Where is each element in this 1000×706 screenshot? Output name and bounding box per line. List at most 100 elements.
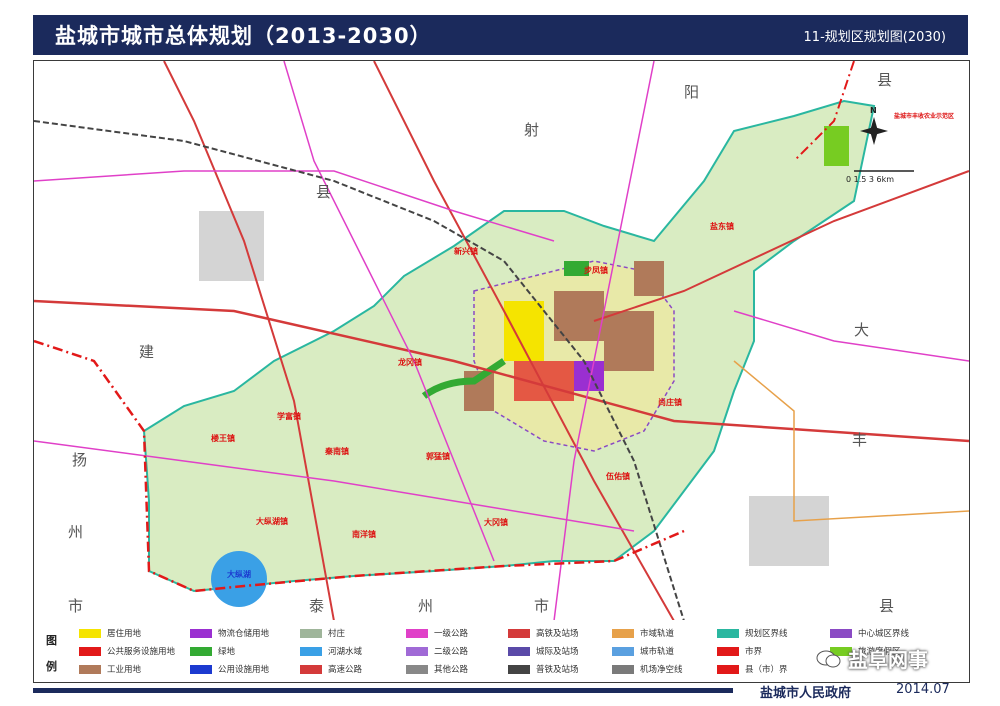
legend-label: 县（市）界 bbox=[745, 665, 788, 675]
legend-item: 村庄 bbox=[300, 626, 345, 640]
town-label: 伍佑镇 bbox=[606, 472, 630, 481]
north-label: N bbox=[870, 106, 877, 115]
legend-item: 规划区界线 bbox=[717, 626, 788, 640]
legend-label: 绿地 bbox=[218, 647, 236, 657]
legend-swatch bbox=[508, 646, 530, 656]
legend-swatch bbox=[406, 646, 428, 656]
legend-item: 一级公路 bbox=[406, 626, 468, 640]
town-label: 楼王镇 bbox=[211, 434, 235, 443]
region-label: 市 bbox=[68, 597, 84, 615]
scale-label: 0 1.5 3 6km bbox=[846, 175, 895, 184]
region-label: 大 bbox=[854, 321, 870, 339]
region-label: 州 bbox=[418, 597, 434, 615]
legend-swatch bbox=[830, 628, 852, 638]
legend-label: 市域轨道 bbox=[640, 629, 675, 639]
legend-item: 公用设施用地 bbox=[190, 662, 269, 676]
page-subtitle: 11-规划区规划图(2030) bbox=[803, 30, 946, 45]
town-label: 学富镇 bbox=[277, 412, 301, 421]
legend-swatch bbox=[79, 646, 101, 656]
legend-label: 其他公路 bbox=[434, 665, 469, 675]
region-label: 县 bbox=[879, 597, 895, 615]
region-label: 阳 bbox=[684, 83, 700, 101]
legend-swatch bbox=[190, 628, 212, 638]
legend-item: 市域轨道 bbox=[612, 626, 674, 640]
region-label: 扬 bbox=[72, 451, 88, 469]
legend-item: 河湖水域 bbox=[300, 644, 362, 658]
legend-label: 规划区界线 bbox=[745, 629, 788, 639]
planning-map[interactable]: 县 阳 射 县 建 大 丰 扬 州 市 泰 州 市 县 新兴镇 龙冈镇 学富镇 … bbox=[33, 60, 970, 622]
legend-item: 城市轨道 bbox=[612, 644, 674, 658]
footer-date: 2014.07 bbox=[896, 682, 950, 697]
legend-swatch bbox=[190, 664, 212, 674]
legend-item: 绿地 bbox=[190, 644, 235, 658]
footer-bar bbox=[33, 688, 733, 693]
legend-swatch bbox=[508, 628, 530, 638]
legend-item: 城际及站场 bbox=[508, 644, 579, 658]
page-title: 盐城市城市总体规划（2013-2030） bbox=[55, 24, 432, 48]
legend-item: 高速公路 bbox=[300, 662, 362, 676]
legend-swatch bbox=[79, 628, 101, 638]
legend-label: 物流仓储用地 bbox=[218, 629, 270, 639]
town-label: 大冈镇 bbox=[484, 518, 508, 527]
watermark-text: 盐阜网事 bbox=[848, 648, 928, 672]
header-bar: 盐城市城市总体规划（2013-2030） 11-规划区规划图(2030) bbox=[33, 15, 968, 55]
legend-label: 城市轨道 bbox=[640, 647, 675, 657]
town-label: 尚庄镇 bbox=[658, 398, 682, 407]
region-label: 县 bbox=[316, 183, 332, 201]
region-label: 州 bbox=[68, 523, 84, 541]
town-label: 新兴镇 bbox=[454, 247, 478, 256]
legend-label: 机场净空线 bbox=[640, 665, 683, 675]
legend-label: 公用设施用地 bbox=[218, 665, 270, 675]
legend-item: 居住用地 bbox=[79, 626, 141, 640]
legend-swatch bbox=[717, 664, 739, 674]
town-label: 秦南镇 bbox=[325, 447, 349, 456]
legend-label: 公共服务设施用地 bbox=[107, 647, 176, 657]
town-label: 步凤镇 bbox=[584, 266, 608, 275]
legend-label: 二级公路 bbox=[434, 647, 469, 657]
region-label: 泰 bbox=[309, 597, 325, 615]
legend-item: 公共服务设施用地 bbox=[79, 644, 175, 658]
legend-swatch bbox=[717, 646, 739, 656]
region-label: 射 bbox=[524, 121, 540, 139]
lake-label: 大纵湖 bbox=[227, 570, 251, 579]
legend-label: 城际及站场 bbox=[536, 647, 579, 657]
legend-label: 普铁及站场 bbox=[536, 665, 579, 675]
region-label: 建 bbox=[139, 343, 155, 361]
legend-item: 市界 bbox=[717, 644, 762, 658]
legend-item: 二级公路 bbox=[406, 644, 468, 658]
legend-swatch bbox=[300, 628, 322, 638]
legend-swatch bbox=[612, 646, 634, 656]
region-label: 丰 bbox=[852, 431, 868, 449]
town-label: 郭猛镇 bbox=[426, 452, 450, 461]
map-note: 盐城市丰收农业示范区 bbox=[894, 113, 955, 120]
legend-item: 其他公路 bbox=[406, 662, 468, 676]
legend-title: 图例 bbox=[46, 634, 57, 673]
chat-icon bbox=[816, 650, 841, 667]
legend-label: 高铁及站场 bbox=[536, 629, 579, 639]
legend-swatch bbox=[612, 664, 634, 674]
legend-swatch bbox=[717, 628, 739, 638]
legend-swatch bbox=[79, 664, 101, 674]
legend-swatch bbox=[300, 664, 322, 674]
region-label: 市 bbox=[534, 597, 550, 615]
legend-swatch bbox=[300, 646, 322, 656]
legend-label: 河湖水域 bbox=[328, 647, 363, 657]
legend-item: 机场净空线 bbox=[612, 662, 683, 676]
legend-label: 工业用地 bbox=[107, 665, 142, 675]
legend-item: 高铁及站场 bbox=[508, 626, 579, 640]
footer-org: 盐城市人民政府 bbox=[760, 686, 852, 701]
town-label: 龙冈镇 bbox=[398, 358, 422, 367]
legend-swatch bbox=[406, 628, 428, 638]
legend-swatch bbox=[190, 646, 212, 656]
legend-label: 一级公路 bbox=[434, 629, 469, 639]
legend-label: 高速公路 bbox=[328, 665, 363, 675]
map-canvas bbox=[34, 61, 969, 621]
region-label: 县 bbox=[877, 71, 893, 89]
legend-label: 村庄 bbox=[328, 629, 346, 639]
legend-item: 普铁及站场 bbox=[508, 662, 579, 676]
legend-item: 中心城区界线 bbox=[830, 626, 909, 640]
legend-label: 中心城区界线 bbox=[858, 629, 910, 639]
legend-label: 居住用地 bbox=[107, 629, 142, 639]
legend-item: 县（市）界 bbox=[717, 662, 788, 676]
legend-item: 物流仓储用地 bbox=[190, 626, 269, 640]
